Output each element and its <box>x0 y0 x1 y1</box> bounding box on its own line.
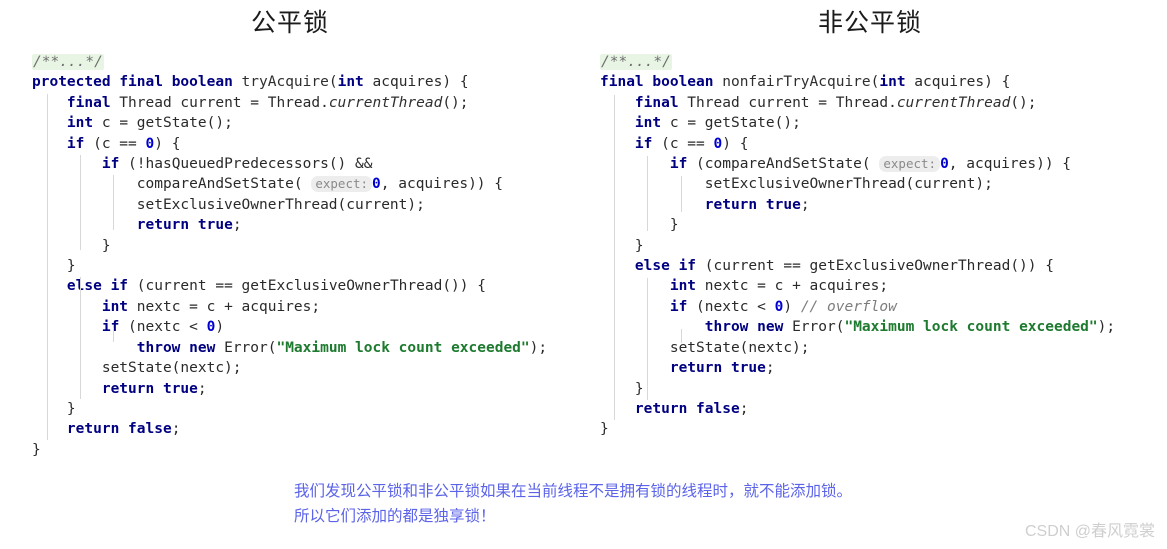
keyword-if: if <box>66 135 85 152</box>
keyword-if: if <box>110 278 129 295</box>
keyword-if: if <box>101 156 120 173</box>
keyword-if: if <box>678 258 697 275</box>
keyword-return: return <box>704 196 758 213</box>
folded-comment-icon[interactable]: /**...*/ <box>600 54 672 70</box>
folded-comment-icon[interactable]: /**...*/ <box>32 54 104 70</box>
number-zero: 0 <box>206 319 216 336</box>
page-title-unfair-lock: 非公平锁 <box>817 9 922 37</box>
keyword-true: true <box>162 380 198 397</box>
parameter-hint-expect: expect: <box>879 156 941 173</box>
keyword-if: if <box>101 319 120 336</box>
keyword-int: int <box>337 74 364 91</box>
indent-guide <box>681 176 682 212</box>
caption-line-1: 我们发现公平锁和非公平锁如果在当前线程不是拥有锁的线程时，就不能添加锁。 <box>294 483 853 500</box>
keyword-int: int <box>101 298 129 315</box>
keyword-int: int <box>634 115 662 132</box>
keyword-int: int <box>66 115 94 132</box>
string-literal-error-message: "Maximum lock count exceeded" <box>276 339 530 356</box>
number-zero: 0 <box>145 135 155 152</box>
indent-guide <box>681 329 682 343</box>
keyword-else: else <box>66 278 102 295</box>
indent-guide <box>614 95 615 420</box>
keyword-final: final <box>600 74 644 91</box>
keyword-boolean: boolean <box>652 74 714 91</box>
keyword-return: return <box>136 217 190 234</box>
page-title-fair-lock: 公平锁 <box>250 9 329 37</box>
indent-guide <box>113 328 114 342</box>
string-literal-error-message: "Maximum lock count exceeded" <box>844 319 1098 336</box>
method-name-tryacquire: tryAcquire <box>241 74 329 91</box>
keyword-false: false <box>696 400 740 417</box>
indent-guide <box>47 94 48 440</box>
parameter-hint-expect: expect: <box>311 176 373 193</box>
identifier-currentthread: currentThread <box>328 94 443 111</box>
keyword-int: int <box>879 74 906 91</box>
keyword-return: return <box>669 360 723 377</box>
keyword-new: new <box>189 339 216 356</box>
keyword-throw: throw <box>704 319 749 336</box>
code-block-fair-lock: /**...*/ protected final boolean tryAcqu… <box>32 52 562 461</box>
keyword-true: true <box>730 360 766 377</box>
keyword-true: true <box>197 217 233 234</box>
indent-guide <box>647 156 648 231</box>
keyword-false: false <box>128 421 172 438</box>
number-zero: 0 <box>940 156 949 173</box>
keyword-true: true <box>765 196 801 213</box>
number-zero: 0 <box>713 135 723 152</box>
keyword-return: return <box>101 380 155 397</box>
indent-guide <box>647 278 648 400</box>
keyword-protected: protected <box>32 74 111 91</box>
keyword-return: return <box>66 421 120 438</box>
keyword-if: if <box>669 298 688 315</box>
keyword-final: final <box>119 74 163 91</box>
keyword-boolean: boolean <box>171 74 233 91</box>
number-zero: 0 <box>372 176 381 193</box>
keyword-return: return <box>634 400 688 417</box>
indent-guide <box>80 277 81 399</box>
identifier-currentthread: currentThread <box>896 94 1011 111</box>
code-block-unfair-lock: /**...*/ final boolean nonfairTryAcquire… <box>600 52 1145 440</box>
caption-line-2: 所以它们添加的都是独享锁！ <box>294 508 496 525</box>
method-name-nonfairtryacquire: nonfairTryAcquire <box>722 74 871 91</box>
number-zero: 0 <box>774 298 784 315</box>
keyword-int: int <box>669 278 697 295</box>
indent-guide <box>80 155 81 250</box>
keyword-if: if <box>669 156 688 173</box>
indent-guide <box>113 175 114 230</box>
watermark: CSDN @春风霓裳 <box>1024 523 1155 540</box>
keyword-else: else <box>634 258 670 275</box>
keyword-new: new <box>757 319 784 336</box>
comment-overflow: // overflow <box>800 298 897 315</box>
keyword-final: final <box>66 94 111 111</box>
keyword-throw: throw <box>136 339 181 356</box>
keyword-if: if <box>634 135 653 152</box>
keyword-final: final <box>634 94 679 111</box>
